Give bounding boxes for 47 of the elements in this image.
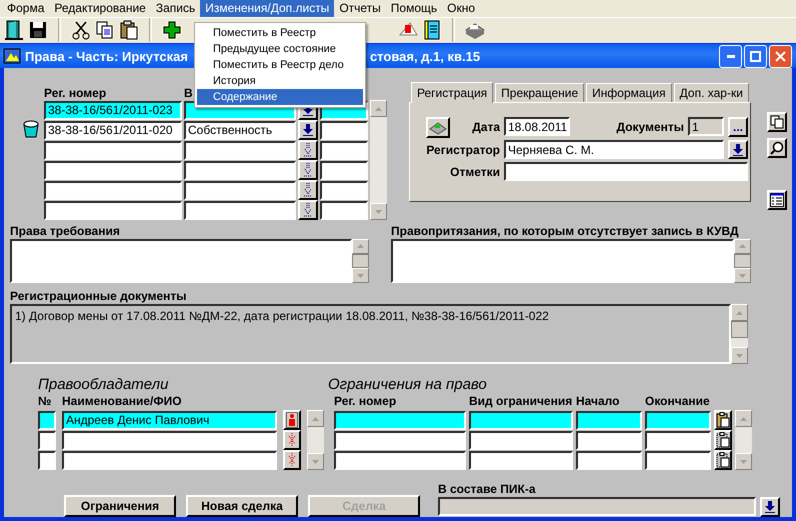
section-label: Правопритязания, по которым отсутствует запись в КУВД <box>391 224 739 238</box>
section-title: Правообладатели <box>38 376 170 393</box>
more-button[interactable]: ... <box>728 117 748 137</box>
field-label: Регистратор <box>426 142 500 156</box>
documents-field[interactable]: 1 <box>688 117 724 136</box>
menu-option[interactable]: Поместить в Реестр <box>197 25 363 41</box>
table-cell[interactable]: 38-38-16/561/2011-020 <box>44 120 182 140</box>
tab[interactable]: Доп. хар-ки <box>674 83 749 102</box>
column-header: Вид ограничения <box>469 394 572 408</box>
menu-option[interactable]: История <box>197 73 363 89</box>
menu-item[interactable]: Помощь <box>386 0 442 17</box>
table-cell[interactable]: Андреев Денис Павлович <box>62 410 277 430</box>
menu-item[interactable]: Отчеты <box>334 0 386 17</box>
menu-item[interactable]: Изменения/Доп.листы <box>200 0 334 17</box>
column-header: Рег. номер <box>334 394 396 408</box>
tab[interactable]: Информация <box>586 83 672 102</box>
table-cell[interactable]: 38-38-16/561/2011-023 <box>44 100 182 120</box>
section-title: Ограничения на право <box>328 376 488 393</box>
column-header: Окончание <box>645 394 710 408</box>
section-label: Права требования <box>10 224 120 238</box>
tab[interactable]: Регистрация <box>411 82 494 103</box>
action-button[interactable]: Новая сделка <box>186 495 298 517</box>
field-label: В составе ПИК-а <box>438 482 536 496</box>
date-field[interactable]: 18.08.2011 <box>504 117 570 136</box>
window-title: стовая, д.1, кв.15 <box>370 48 480 64</box>
tab[interactable]: Прекращение <box>495 83 584 102</box>
column-header: В <box>184 86 193 100</box>
menu-item[interactable]: Редактирование <box>49 0 151 17</box>
column-header: № <box>38 394 52 408</box>
field-label: Отметки <box>450 164 500 178</box>
window-title: Права - Часть: Иркутская <box>25 48 188 64</box>
text-area[interactable]: 1) Договор мены от 17.08.2011 №ДМ-22, дата регистрации 18.08.2011, №38-38-16/561/2011-022 <box>10 304 731 364</box>
menu-option[interactable]: Содержание <box>197 89 363 105</box>
menu-option[interactable]: Предыдущее состояние <box>197 41 363 57</box>
menu-item[interactable]: Форма <box>2 0 50 17</box>
menu-item[interactable]: Окно <box>442 0 480 17</box>
column-header: Начало <box>576 394 620 408</box>
field-label: Документы <box>616 120 684 134</box>
menu-item[interactable]: Запись <box>150 0 200 17</box>
column-header: Рег. номер <box>44 86 106 100</box>
table-cell[interactable]: Собственность <box>184 120 296 140</box>
field-label: Дата <box>472 120 500 134</box>
registrar-field[interactable]: Черняева С. М. <box>504 140 724 159</box>
action-button[interactable]: Ограничения <box>64 495 176 517</box>
section-label: Регистрационные документы <box>10 289 187 303</box>
column-header: Наименование/ФИО <box>62 394 182 408</box>
menu-option[interactable]: Поместить в Реестр дело <box>197 57 363 73</box>
